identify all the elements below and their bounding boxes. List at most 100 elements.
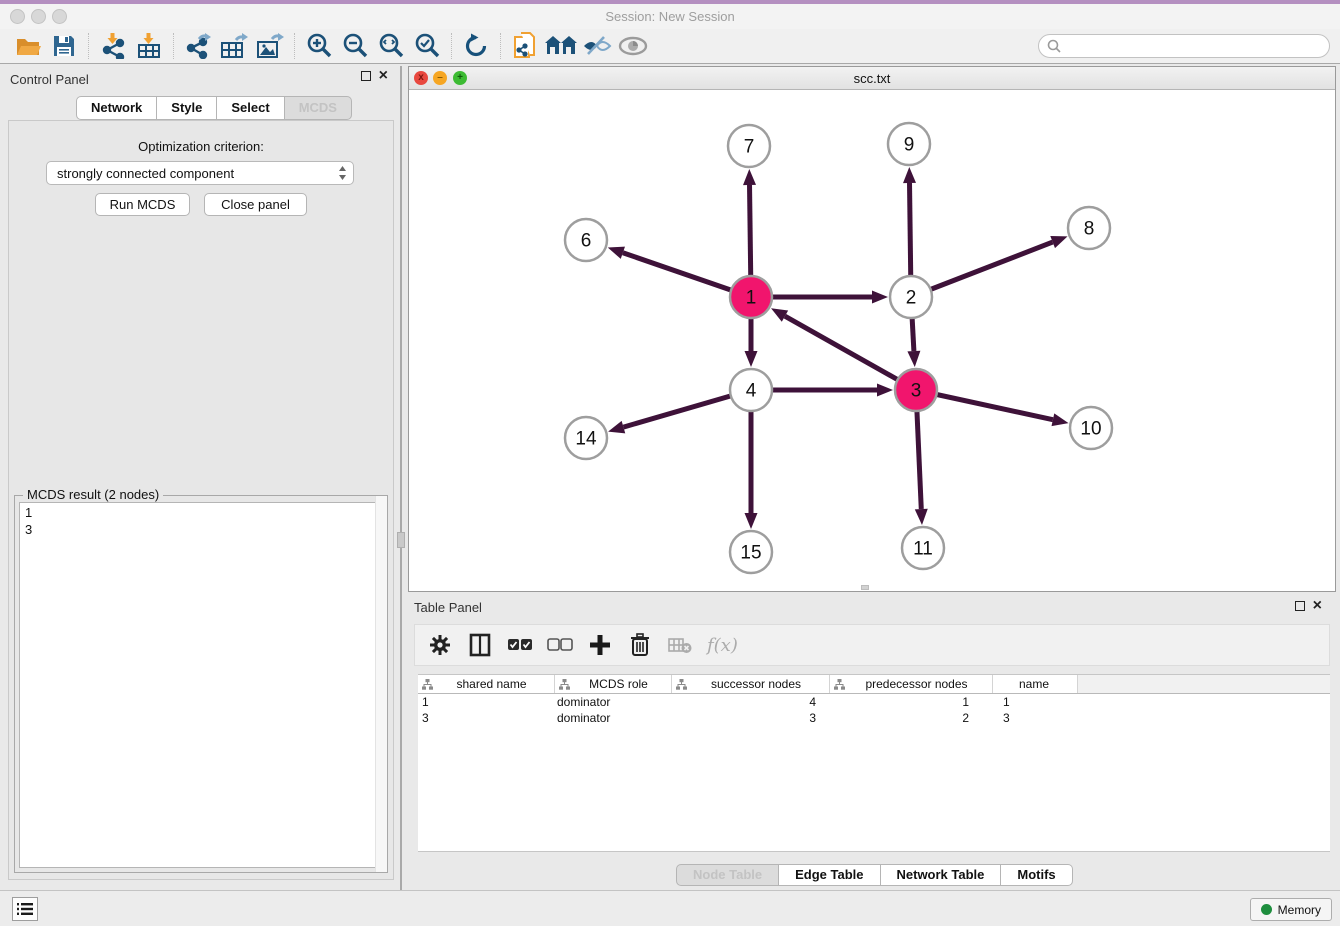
edge-3-1[interactable] (785, 316, 916, 390)
add-icon[interactable] (587, 632, 613, 658)
close-table-panel-icon[interactable]: × (1313, 601, 1322, 611)
network-resize-handle[interactable] (861, 585, 869, 590)
mcds-result-text[interactable]: 1 3 (19, 502, 383, 868)
chevron-up-down-icon (338, 165, 347, 184)
gear-icon[interactable] (427, 632, 453, 658)
graph-node-label: 2 (906, 288, 917, 309)
memory-label: Memory (1278, 903, 1321, 917)
table-tabbar: Node Table Edge Table Network Table Moti… (676, 864, 1073, 886)
edge-arrowhead (915, 509, 928, 525)
table-panel-title: Table Panel (414, 600, 482, 615)
close-panel-button[interactable]: Close panel (204, 193, 307, 216)
export-network-icon[interactable] (180, 31, 216, 61)
column-header-predecessor-nodes[interactable]: predecessor nodes (830, 675, 993, 693)
tab-edge-table[interactable]: Edge Table (779, 864, 880, 886)
edge-arrowhead (903, 167, 916, 183)
zoom-out-icon[interactable] (337, 31, 373, 61)
network-window-title: scc.txt (409, 71, 1335, 86)
edge-arrowhead (877, 384, 893, 397)
tab-style[interactable]: Style (157, 96, 217, 120)
tab-network[interactable]: Network (76, 96, 157, 120)
close-panel-icon[interactable]: × (379, 71, 388, 81)
export-image-icon[interactable] (252, 31, 288, 61)
graph-node-label: 8 (1084, 219, 1095, 240)
edge-arrowhead (1052, 413, 1069, 426)
network-from-selection-icon[interactable] (507, 31, 543, 61)
edge-arrowhead (872, 291, 888, 304)
main-toolbar (0, 29, 1340, 64)
table-cell: 4 (672, 694, 830, 710)
network-window-titlebar[interactable]: x – + scc.txt (409, 67, 1335, 90)
import-table-icon[interactable] (131, 31, 167, 61)
export-table-icon[interactable] (216, 31, 252, 61)
show-details-icon[interactable] (615, 31, 651, 61)
select-all-icon[interactable] (507, 632, 533, 658)
graph-node-label: 7 (744, 137, 755, 158)
window-titlebar: Session: New Session (0, 4, 1340, 29)
save-session-icon[interactable] (46, 31, 82, 61)
search-field[interactable] (1038, 34, 1330, 58)
column-header-shared-name[interactable]: shared name (418, 675, 555, 693)
table-cell: 1 (418, 694, 555, 710)
network-view-window: x – + scc.txt 1234678910111415 (408, 66, 1336, 592)
criterion-select[interactable]: strongly connected component (46, 161, 354, 185)
tab-select[interactable]: Select (217, 96, 284, 120)
table-row[interactable]: 1dominator411 (418, 694, 1330, 710)
graph-node-label: 6 (581, 231, 592, 252)
table-cell: 3 (672, 710, 830, 726)
table-cell: 3 (418, 710, 555, 726)
tab-network-table[interactable]: Network Table (881, 864, 1002, 886)
control-panel-header-icons: × (361, 71, 388, 81)
memory-button[interactable]: Memory (1250, 898, 1332, 921)
control-panel: Control Panel × Network Style Select MCD… (0, 66, 402, 890)
table-cell: dominator (555, 710, 672, 726)
mcds-result-group: MCDS result (2 nodes) 1 3 (14, 495, 388, 873)
hide-annotations-icon[interactable] (579, 31, 615, 61)
search-input[interactable] (1061, 39, 1329, 53)
import-network-icon[interactable] (95, 31, 131, 61)
table-cell: 1 (993, 694, 1078, 710)
zoom-selected-icon[interactable] (409, 31, 445, 61)
graph-node-label: 15 (740, 543, 761, 564)
table-cell: 3 (993, 710, 1078, 726)
edge-arrowhead (745, 351, 758, 367)
splitter-handle[interactable] (397, 532, 405, 548)
zoom-fit-icon[interactable] (373, 31, 409, 61)
open-session-icon[interactable] (10, 31, 46, 61)
column-header-name[interactable]: name (993, 675, 1078, 693)
table-row[interactable]: 3dominator323 (418, 710, 1330, 726)
search-icon (1047, 39, 1061, 53)
edge-2-8[interactable] (911, 242, 1053, 297)
control-panel-title: Control Panel (10, 72, 89, 87)
mcds-result-title: MCDS result (2 nodes) (23, 487, 163, 502)
tab-mcds[interactable]: MCDS (285, 96, 352, 120)
trash-icon[interactable] (627, 632, 653, 658)
tab-node-table[interactable]: Node Table (676, 864, 779, 886)
float-panel-icon[interactable] (361, 71, 371, 81)
tab-motifs[interactable]: Motifs (1001, 864, 1072, 886)
edge-arrowhead (745, 513, 758, 529)
optimization-criterion-label: Optimization criterion: (9, 139, 393, 154)
delete-column-icon[interactable] (667, 632, 693, 658)
task-history-button[interactable] (12, 897, 38, 921)
home-icon[interactable] (543, 31, 579, 61)
mcds-tab-pane: Optimization criterion: strongly connect… (8, 120, 394, 880)
column-header-successor-nodes[interactable]: successor nodes (672, 675, 830, 693)
edge-arrowhead (1050, 236, 1067, 248)
column-header-MCDS-role[interactable]: MCDS role (555, 675, 672, 693)
float-table-panel-icon[interactable] (1295, 601, 1305, 611)
edge-arrowhead (608, 247, 625, 259)
refresh-icon[interactable] (458, 31, 494, 61)
table-header-row: shared nameMCDS rolesuccessor nodesprede… (418, 675, 1330, 694)
network-canvas[interactable]: 1234678910111415 (409, 90, 1335, 591)
run-mcds-button[interactable]: Run MCDS (95, 193, 190, 216)
zoom-in-icon[interactable] (301, 31, 337, 61)
network-graph-svg: 1234678910111415 (409, 90, 1335, 591)
mcds-result-scrollbar[interactable] (375, 496, 387, 872)
deselect-all-icon[interactable] (547, 632, 573, 658)
function-icon[interactable]: f(x) (707, 635, 738, 656)
node-table[interactable]: shared nameMCDS rolesuccessor nodesprede… (418, 674, 1330, 852)
columns-icon[interactable] (467, 632, 493, 658)
graph-node-label: 14 (575, 429, 597, 450)
edge-arrowhead (743, 169, 756, 185)
